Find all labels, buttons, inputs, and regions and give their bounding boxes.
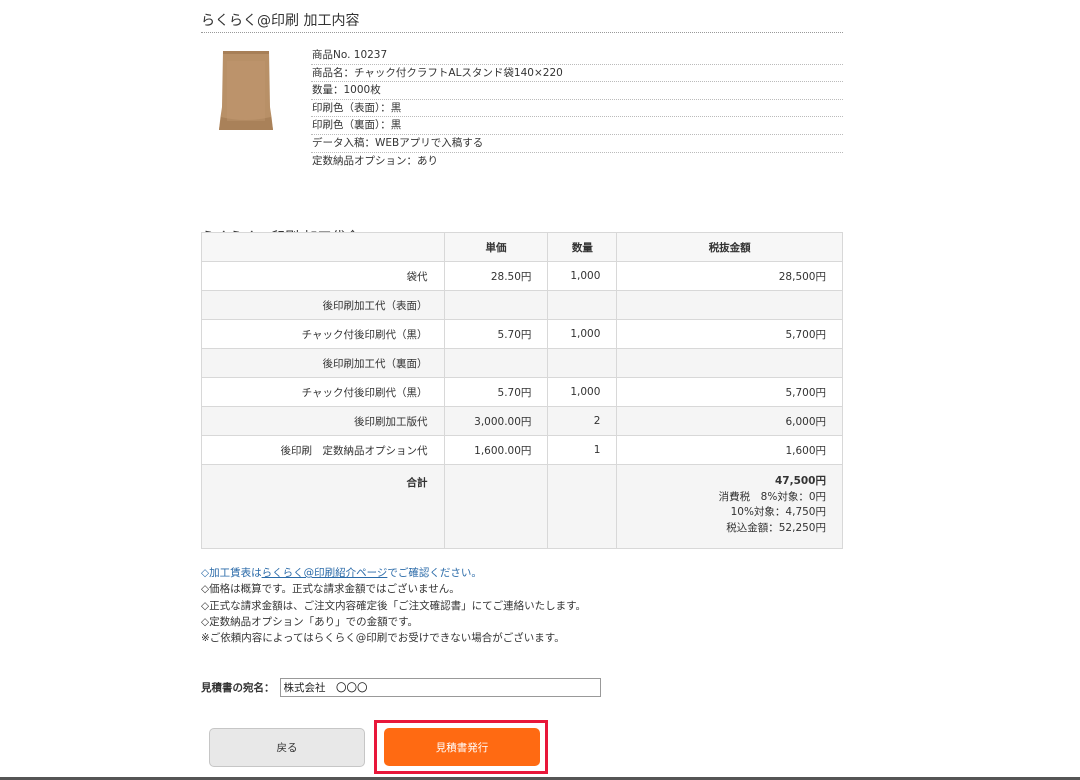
row-quantity: 1,000: [547, 377, 618, 407]
detail-fixed-delivery: 定数納品オプション：あり: [312, 154, 438, 167]
note-fixed-delivery: ◇定数納品オプション「あり」での金額です。: [201, 615, 419, 628]
row-label: チャック付後印刷代（黒）: [201, 377, 445, 407]
total-amount: 47,500円: [774, 475, 826, 487]
notes: ◇加工賃表はらくらく@印刷紹介ページでご確認ください。 ◇価格は概算です。正式な…: [201, 565, 586, 646]
row-amount: [616, 290, 843, 320]
detail-item-name: 商品名：チャック付クラフトALスタンド袋140×220: [311, 65, 843, 83]
detail-color-front: 印刷色（表面）：黒: [311, 100, 843, 118]
total-with-tax: 税込金額：52,250円: [726, 521, 826, 534]
row-unit-price: [443, 348, 549, 378]
table-row: 後印刷 定数納品オプション代 1,600.00円 1 1,600円: [201, 435, 843, 465]
row-label: 後印刷加工代（表面）: [201, 290, 445, 320]
price-table: 単価 数量 税抜金額 袋代 28.50円 1,000 28,500円 後印刷加工…: [201, 232, 843, 549]
table-row: 後印刷加工代（表面）: [201, 290, 843, 320]
issue-estimate-button[interactable]: 見積書発行: [384, 728, 540, 766]
total-values: 47,500円 消費税 8%対象：0円 10%対象：4,750円 税込金額：52…: [616, 464, 843, 549]
row-unit-price: 1,600.00円: [443, 435, 549, 465]
row-quantity: 1,000: [547, 261, 618, 291]
row-quantity: 1: [547, 435, 618, 465]
note-estimate: ◇価格は概算です。正式な請求金額ではございません。: [201, 583, 460, 596]
row-amount: [616, 348, 843, 378]
total-empty-unit: [443, 464, 549, 549]
header-quantity: 数量: [547, 232, 618, 262]
tax-8-percent: 消費税 8%対象：0円: [718, 490, 826, 503]
detail-color-back: 印刷色（裏面）：黒: [311, 117, 843, 135]
row-unit-price: 5.70円: [443, 319, 549, 349]
header-amount: 税抜金額: [616, 232, 843, 262]
row-quantity: [547, 290, 618, 320]
row-quantity: 1,000: [547, 319, 618, 349]
note-price-list-suffix: でご確認ください。: [387, 567, 482, 579]
row-amount: 6,000円: [616, 406, 843, 436]
total-label: 合計: [201, 464, 445, 549]
row-label: 袋代: [201, 261, 445, 291]
row-amount: 5,700円: [616, 377, 843, 407]
addressee-field-group: 見積書の宛名：: [201, 678, 601, 697]
detail-quantity: 数量：1000枚: [311, 82, 843, 100]
product-image: [219, 51, 273, 130]
table-row: チャック付後印刷代（黒） 5.70円 1,000 5,700円: [201, 377, 843, 407]
addressee-label: 見積書の宛名：: [201, 682, 275, 694]
section-title-processing: らくらく@印刷 加工内容: [201, 0, 843, 33]
note-disclaimer: ※ご依頼内容によってはらくらく@印刷でお受けできない場合がございます。: [201, 632, 565, 645]
row-unit-price: 28.50円: [443, 261, 549, 291]
row-quantity: 2: [547, 406, 618, 436]
row-amount: 5,700円: [616, 319, 843, 349]
total-empty-qty: [547, 464, 618, 549]
product-details: 商品No. 10237 商品名：チャック付クラフトALスタンド袋140×220 …: [311, 47, 843, 170]
table-row: 袋代 28.50円 1,000 28,500円: [201, 261, 843, 291]
table-row: 後印刷加工版代 3,000.00円 2 6,000円: [201, 406, 843, 436]
row-unit-price: [443, 290, 549, 320]
table-row: 後印刷加工代（裏面）: [201, 348, 843, 378]
row-unit-price: 3,000.00円: [443, 406, 549, 436]
table-header-row: 単価 数量 税抜金額: [201, 232, 843, 262]
table-row: チャック付後印刷代（黒） 5.70円 1,000 5,700円: [201, 319, 843, 349]
row-amount: 1,600円: [616, 435, 843, 465]
row-amount: 28,500円: [616, 261, 843, 291]
row-quantity: [547, 348, 618, 378]
row-label: 後印刷加工代（裏面）: [201, 348, 445, 378]
detail-item-no: 商品No. 10237: [311, 47, 843, 65]
total-row: 合計 47,500円 消費税 8%対象：0円 10%対象：4,750円 税込金額…: [201, 464, 843, 549]
back-button[interactable]: 戻る: [209, 728, 365, 767]
content-area: らくらく@印刷 加工内容 商品No. 10237 商品名：チャック付クラフトAL…: [201, 0, 843, 250]
tax-10-percent: 10%対象：4,750円: [730, 506, 826, 518]
row-label: チャック付後印刷代（黒）: [201, 319, 445, 349]
note-price-list-prefix: ◇加工賃表は: [201, 567, 262, 579]
addressee-input[interactable]: [279, 678, 601, 697]
row-label: 後印刷 定数納品オプション代: [201, 435, 445, 465]
intro-page-link[interactable]: らくらく@印刷紹介ページ: [262, 567, 388, 579]
header-item: [201, 232, 445, 262]
note-official-amount: ◇正式な請求金額は、ご注文内容確定後「ご注文確認書」にてご連絡いたします。: [201, 599, 587, 612]
row-label: 後印刷加工版代: [201, 406, 445, 436]
header-unit-price: 単価: [443, 232, 549, 262]
product-summary: 商品No. 10237 商品名：チャック付クラフトALスタンド袋140×220 …: [201, 33, 843, 183]
detail-data-submission: データ入稿：WEBアプリで入稿する: [311, 135, 843, 153]
row-unit-price: 5.70円: [443, 377, 549, 407]
note-price-list: ◇加工賃表はらくらく@印刷紹介ページでご確認ください。: [201, 565, 586, 581]
